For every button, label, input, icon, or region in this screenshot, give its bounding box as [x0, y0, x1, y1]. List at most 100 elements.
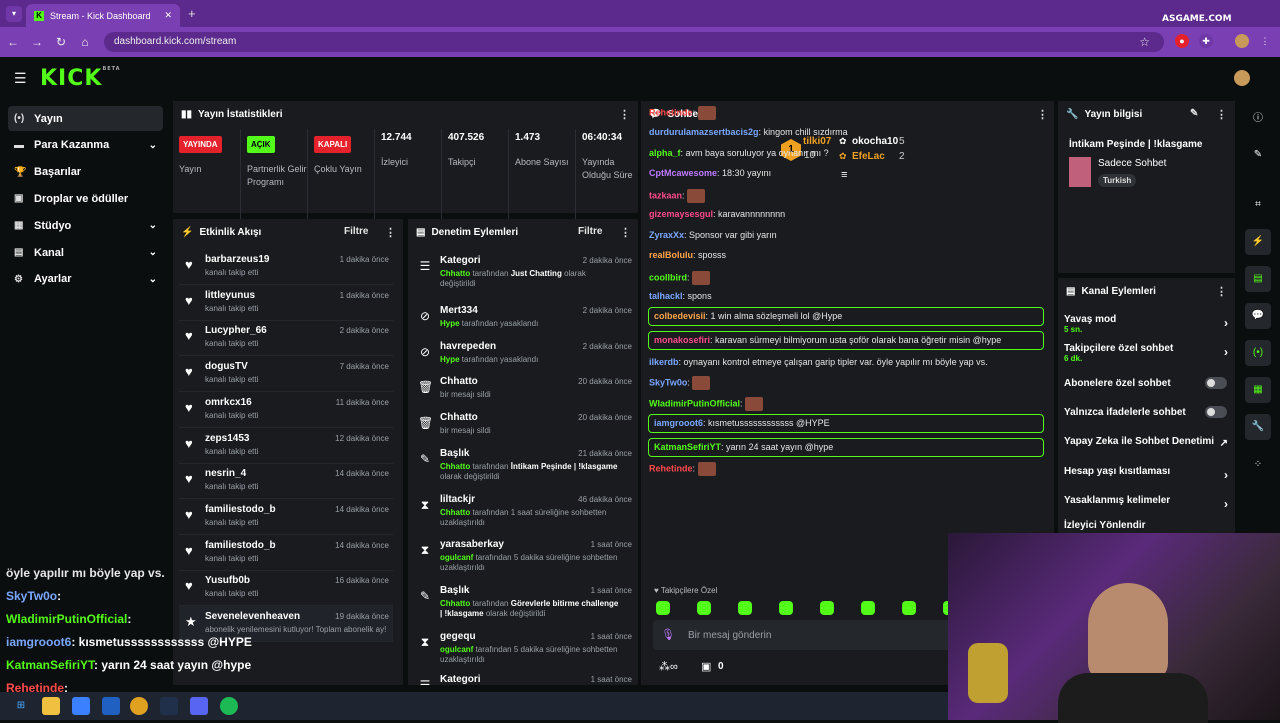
tab-close-icon[interactable]: ✕	[164, 10, 172, 21]
chat-message[interactable]: realBolulu: sposss	[649, 250, 726, 260]
chrome-icon[interactable]	[130, 697, 148, 715]
sidebar-item-4[interactable]: ▦ Stüdyo ⌄	[8, 213, 163, 238]
moderation-item[interactable]: ✎ Başlık Chhatto tarafından İntikam Peşind…	[414, 446, 636, 482]
extension-icon[interactable]: ●	[1175, 34, 1189, 48]
user-avatar[interactable]	[1234, 70, 1250, 86]
activity-username[interactable]: littleyunus	[205, 290, 255, 301]
chat-message[interactable]: alpha_f: avm baya soruluyor ya oynanır m…	[649, 148, 829, 158]
apps-icon[interactable]: ⁘	[1245, 452, 1271, 478]
activity-username[interactable]: omrkcx16	[205, 397, 252, 408]
chat-message[interactable]: coollbird:	[649, 271, 711, 285]
chat-username[interactable]: talhackl	[649, 291, 683, 301]
outlook-icon[interactable]	[102, 697, 120, 715]
chevron-right-icon[interactable]: ›	[1224, 468, 1228, 482]
stream-info-more-icon[interactable]: ⋮	[1216, 108, 1227, 121]
toggle-switch[interactable]	[1205, 377, 1227, 389]
moderation-filter-button[interactable]: Filtre	[578, 226, 602, 237]
channel-action-item[interactable]: İzleyici Yönlendir	[1064, 520, 1229, 531]
emote-button[interactable]	[779, 601, 793, 615]
mic-icon[interactable]: 🎙	[661, 628, 675, 641]
moderation-actor[interactable]: Chhatto	[440, 269, 470, 278]
sidebar-item-6[interactable]: ⚙ Ayarlar ⌄	[8, 267, 163, 292]
activity-username[interactable]: Yusufb0b	[205, 575, 250, 586]
chat-username[interactable]: gizemaysesgul	[649, 209, 713, 219]
activity-item[interactable]: ♥ littleyunus kanalı takip etti 1 dakika ön…	[179, 285, 393, 321]
new-tab-button[interactable]: +	[188, 6, 196, 21]
focus-icon[interactable]: ⌗	[1245, 192, 1271, 218]
channel-action-item[interactable]: Yapay Zeka ile Sohbet Denetimi ↗	[1064, 436, 1229, 449]
emote-button[interactable]	[738, 601, 752, 615]
chevron-down-icon[interactable]: ⌄	[149, 247, 157, 258]
moderation-actor[interactable]: Chhatto	[440, 599, 470, 608]
channel-action-item[interactable]: Yalnızca ifadelerle sohbet	[1064, 406, 1229, 418]
chat-username[interactable]: Rehetinde	[649, 463, 693, 473]
discord-icon[interactable]	[190, 697, 208, 715]
chevron-right-icon[interactable]: ›	[1224, 345, 1228, 359]
windows-start-icon[interactable]: ⊞	[12, 697, 30, 715]
moderation-more-icon[interactable]: ⋮	[620, 226, 631, 239]
chat-username[interactable]: colbedevisii	[654, 311, 706, 321]
chevron-right-icon[interactable]: ›	[1224, 497, 1228, 511]
moderation-item[interactable]: ☰ Kategori Chhatto tarafından Just Chattin…	[414, 253, 636, 289]
steam-icon[interactable]	[160, 697, 178, 715]
chat-message[interactable]: tazkaan:	[649, 189, 706, 203]
document-icon[interactable]: ▤	[1245, 266, 1271, 292]
activity-item[interactable]: ♥ omrkcx16 kanalı takip etti 11 dakika önce	[179, 392, 393, 428]
emote-button[interactable]	[861, 601, 875, 615]
home-icon[interactable]: ⌂	[74, 35, 96, 49]
chat-username[interactable]: WladimirPutinOfficial	[649, 398, 740, 408]
reload-icon[interactable]: ↻	[50, 35, 72, 49]
moderation-item[interactable]: 🗑 Chhatto bir mesajı sildi 20 dakika önce	[414, 374, 636, 410]
chat-message-highlighted[interactable]: KatmanSefiriYT: yarın 24 saat yayın @hyp…	[648, 438, 1044, 457]
chat-message[interactable]: durdurulamazsertbacis2g: kingom chill sı…	[649, 127, 848, 137]
chat-message-highlighted[interactable]: iamgrooot6: kısmetussssssssssss @HYPE	[648, 414, 1044, 433]
category-name[interactable]: Sadece Sohbet	[1098, 158, 1166, 169]
chat-username[interactable]: Rehetinde	[649, 107, 693, 117]
chat-more-icon[interactable]: ⋮	[1037, 108, 1048, 121]
moderation-item[interactable]: ⧗ gegequ ogulcanf tarafından 5 dakika süre…	[414, 629, 636, 665]
tab-search-icon[interactable]: ▾	[6, 6, 22, 22]
forward-icon[interactable]: →	[26, 35, 48, 49]
chat-message[interactable]: talhackl: spons	[649, 291, 712, 301]
activity-item[interactable]: ♥ nesrin_4 kanalı takip etti 14 dakika önce	[179, 463, 393, 500]
channel-action-item[interactable]: Abonelere özel sohbet	[1064, 377, 1229, 389]
chat-message-highlighted[interactable]: monakosefiri: karavan sürmeyi bilmiyorum…	[648, 331, 1044, 350]
emote-button[interactable]	[656, 601, 670, 615]
chat-username[interactable]: iamgrooot6	[654, 418, 703, 428]
chat-message[interactable]: gizemaysesgul: karavannnnnnnn	[649, 209, 785, 219]
channel-action-item[interactable]: Hesap yaşı kısıtlaması ›	[1064, 466, 1229, 482]
emote-button[interactable]	[820, 601, 834, 615]
spotify-icon[interactable]	[220, 697, 238, 715]
activity-more-icon[interactable]: ⋮	[385, 226, 396, 239]
activity-item[interactable]: ♥ Lucypher_66 kanalı takip etti 2 dakika ön…	[179, 320, 393, 357]
broadcast-shortcut-icon[interactable]: (•)	[1245, 340, 1271, 366]
sidebar-item-0[interactable]: (•) Yayın	[8, 106, 163, 131]
moderation-item[interactable]: 🗑 Chhatto bir mesajı sildi 20 dakika önce	[414, 410, 636, 446]
chat-username[interactable]: CptMcawesome	[649, 168, 717, 178]
bookmark-star-icon[interactable]: ☆	[1139, 35, 1150, 49]
leader-second-name[interactable]: okocha10	[852, 136, 898, 147]
wrench-shortcut-icon[interactable]: 🔧	[1245, 414, 1271, 440]
chat-username[interactable]: coollbird	[649, 272, 687, 282]
chat-message[interactable]: Rehetinde:	[649, 462, 716, 476]
store-icon[interactable]	[72, 697, 90, 715]
leader-third-name[interactable]: EfeLac	[852, 151, 885, 162]
moderation-actor[interactable]: Chhatto	[440, 462, 470, 471]
activity-username[interactable]: familiestodo_b	[205, 504, 276, 515]
chat-message[interactable]: CptMcawesome: 18:30 yayını	[649, 168, 771, 178]
moderation-item[interactable]: ⧗ liltackjr Chhatto tarafından 1 saat süre…	[414, 492, 636, 528]
url-bar[interactable]: dashboard.kick.com/stream	[104, 32, 1164, 52]
chat-message[interactable]: Rehetinde:	[649, 106, 716, 120]
chat-users-icon[interactable]: ⁂∞	[659, 660, 678, 673]
moderation-item[interactable]: ☰ Kategori 1 saat önce	[414, 672, 636, 685]
kick-logo[interactable]: KICKBETA	[40, 66, 121, 91]
leaderboard-expand-icon[interactable]: ≡	[841, 169, 847, 181]
chat-username[interactable]: ilkerdb	[649, 357, 679, 367]
chat-shortcut-icon[interactable]: 💬	[1245, 303, 1271, 329]
activity-username[interactable]: dogusTV	[205, 361, 248, 372]
channel-action-item[interactable]: Takipçilere özel sohbet 6 dk. ›	[1064, 343, 1229, 363]
emote-button[interactable]	[697, 601, 711, 615]
activity-username[interactable]: Lucypher_66	[205, 325, 267, 336]
chat-username[interactable]: monakosefiri	[654, 335, 710, 345]
chat-username[interactable]: KatmanSefiriYT	[654, 442, 721, 452]
